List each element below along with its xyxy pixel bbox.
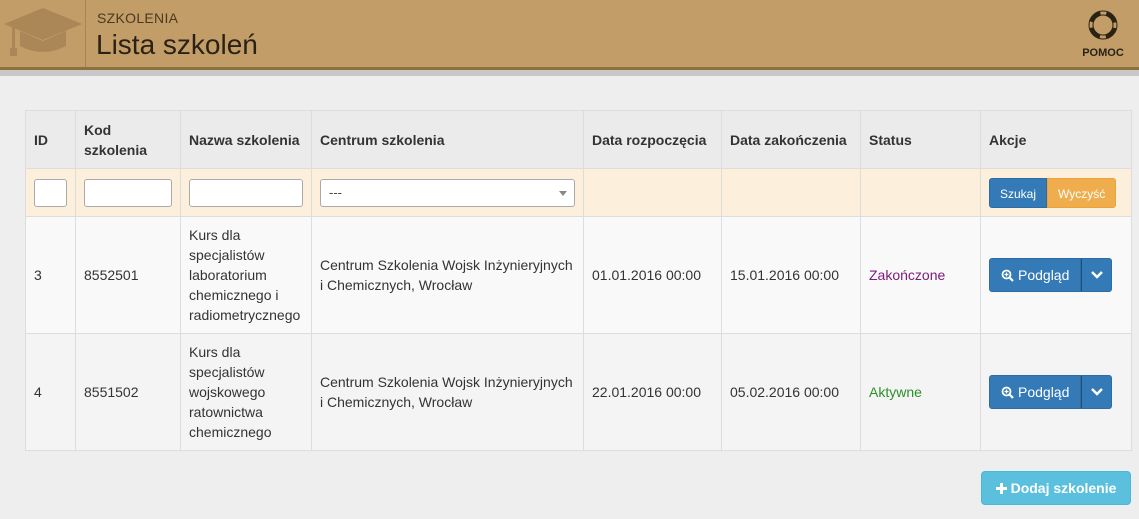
filter-name-input[interactable] [189,178,303,207]
filter-id-input[interactable] [34,178,67,207]
search-button[interactable]: Szukaj [989,177,1048,208]
column-header-status[interactable]: Status [860,110,981,169]
table-header-row: ID Kod szkolenia Nazwa szkolenia Centrum… [25,110,1132,169]
trainings-table-container: ID Kod szkolenia Nazwa szkolenia Centrum… [25,110,1132,451]
cell-status: Zakończone [860,216,981,334]
row-actions-dropdown-toggle[interactable] [1081,375,1113,409]
column-header-actions: Akcje [980,110,1132,169]
breadcrumb[interactable]: SZKOLENIA [97,10,178,26]
row-action-group: Podgląd [989,375,1123,409]
cell-center: Centrum Szkolenia Wojsk Inżynieryjnych i… [311,216,584,334]
row-actions-dropdown-toggle[interactable] [1081,258,1113,292]
filter-code-input[interactable] [84,178,172,207]
filter-center-select[interactable]: --- [320,178,575,207]
add-training-label: Dodaj szkolenie [1010,480,1117,496]
clear-filters-button[interactable]: Wyczyść [1047,177,1117,208]
cell-end-date: 15.01.2016 00:00 [721,216,861,334]
trainings-table: ID Kod szkolenia Nazwa szkolenia Centrum… [25,110,1132,451]
row-action-group: Podgląd [989,258,1123,292]
help-label: POMOC [1082,47,1124,59]
filter-center-select-value: --- [329,184,342,200]
column-header-id[interactable]: ID [25,110,76,169]
zoom-in-icon [1001,386,1014,399]
chevron-down-icon [559,190,567,196]
filter-row: --- Szukaj Wyczyść [25,168,1132,217]
column-header-name[interactable]: Nazwa szkolenia [180,110,312,169]
table-row: 3 8552501 Kurs dla specjalistów laborato… [25,216,1132,334]
column-header-center[interactable]: Centrum szkolenia [311,110,584,169]
cell-code: 8552501 [75,216,181,334]
header-shadow [0,70,1139,76]
column-header-end-date[interactable]: Data zakończenia [721,110,861,169]
cell-id: 4 [25,333,76,451]
table-row: 4 8551502 Kurs dla specjalistów wojskowe… [25,333,1132,451]
plus-icon [995,482,1007,494]
page-title: Lista szkoleń [96,29,258,60]
cell-code: 8551502 [75,333,181,451]
cell-name: Kurs dla specjalistów wojskowego ratowni… [180,333,312,451]
view-button-label: Podgląd [1018,384,1070,400]
cell-id: 3 [25,216,76,334]
help-button[interactable]: POMOC [1080,10,1126,59]
column-header-code[interactable]: Kod szkolenia [75,110,181,169]
column-header-start-date[interactable]: Data rozpoczęcia [583,110,722,169]
cell-status: Aktywne [860,333,981,451]
chevron-down-icon [1091,271,1103,279]
cell-start-date: 22.01.2016 00:00 [583,333,722,451]
chevron-down-icon [1091,388,1103,396]
filter-button-group: Szukaj Wyczyść [989,177,1123,208]
cell-name: Kurs dla specjalistów laboratorium chemi… [180,216,312,334]
add-training-button[interactable]: Dodaj szkolenie [981,471,1131,505]
top-header: SZKOLENIA Lista szkoleń POMOC [0,0,1139,67]
lifebuoy-icon [1088,10,1118,40]
view-button[interactable]: Podgląd [989,375,1082,409]
view-button[interactable]: Podgląd [989,258,1082,292]
cell-center: Centrum Szkolenia Wojsk Inżynieryjnych i… [311,333,584,451]
graduation-cap-icon [4,8,82,56]
zoom-in-icon [1001,269,1014,282]
cell-end-date: 05.02.2016 00:00 [721,333,861,451]
cell-start-date: 01.01.2016 00:00 [583,216,722,334]
view-button-label: Podgląd [1018,267,1070,283]
app-logo [0,0,86,67]
